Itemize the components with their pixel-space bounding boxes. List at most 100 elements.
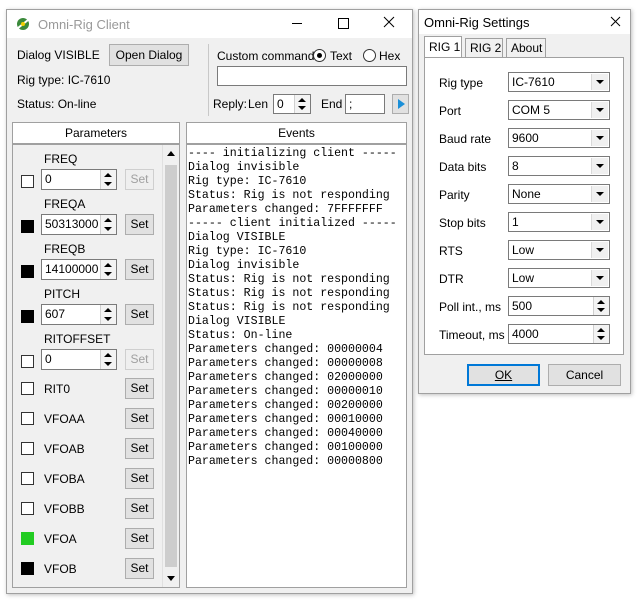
settings-combo[interactable]: COM 5 (508, 100, 610, 120)
param-spinner[interactable] (100, 260, 116, 279)
param-value-input[interactable]: 0 (41, 169, 117, 190)
settings-combo[interactable]: 9600 (508, 128, 610, 148)
ok-button[interactable]: OK (467, 364, 540, 386)
param-checkbox[interactable] (21, 175, 34, 188)
settings-spin-input[interactable]: 500 (508, 296, 610, 316)
param-set-button[interactable]: Set (125, 438, 154, 459)
param-checkbox[interactable] (21, 502, 34, 515)
event-line: Dialog invisible (188, 161, 300, 174)
param-set-button[interactable]: Set (125, 259, 154, 280)
param-set-button[interactable]: Set (125, 214, 154, 235)
chevron-down-icon[interactable] (591, 130, 608, 146)
tab-rig2[interactable]: RIG 2 (465, 38, 503, 57)
hex-radio-label[interactable]: Hex (379, 49, 400, 63)
chevron-down-icon[interactable] (591, 214, 608, 230)
param-set-button[interactable]: Set (125, 468, 154, 489)
settings-combo[interactable]: None (508, 184, 610, 204)
settings-row: Port COM 5 (425, 100, 623, 124)
scroll-thumb[interactable] (165, 165, 177, 567)
settings-combo[interactable]: 1 (508, 212, 610, 232)
param-set-button[interactable]: Set (125, 169, 154, 190)
param-row: FREQB 14100000 Set (13, 239, 161, 284)
settings-row: DTR Low (425, 268, 623, 292)
param-checkbox[interactable] (21, 355, 34, 368)
param-checkbox[interactable] (21, 382, 34, 395)
event-line: Parameters changed: 00000004 (188, 343, 383, 356)
len-spinner[interactable] (294, 95, 310, 113)
param-value-input[interactable]: 607 (41, 304, 117, 325)
end-input[interactable]: ; (345, 94, 385, 114)
param-row: VFOBA Set (13, 464, 161, 494)
custom-command-input[interactable] (217, 66, 407, 86)
tab-rig1[interactable]: RIG 1 (424, 36, 462, 58)
param-value-input[interactable]: 14100000 (41, 259, 117, 280)
param-checkbox[interactable] (21, 442, 34, 455)
param-value-input[interactable]: 0 (41, 349, 117, 370)
param-set-button[interactable]: Set (125, 558, 154, 579)
settings-spinner[interactable] (593, 297, 609, 315)
open-dialog-button[interactable]: Open Dialog (109, 44, 189, 66)
settings-combo[interactable]: 8 (508, 156, 610, 176)
text-radio[interactable] (313, 49, 326, 62)
chevron-down-icon[interactable] (591, 270, 608, 286)
hex-radio[interactable] (363, 49, 376, 62)
chevron-down-icon[interactable] (591, 74, 608, 90)
param-spinner[interactable] (100, 170, 116, 189)
settings-spinner[interactable] (593, 325, 609, 343)
chevron-down-icon[interactable] (591, 158, 608, 174)
app-icon (15, 16, 31, 32)
rig-type-status: Rig type: IC-7610 (17, 73, 111, 87)
text-radio-label[interactable]: Text (330, 49, 352, 63)
settings-combo[interactable]: IC-7610 (508, 72, 610, 92)
events-log: ---- initializing client ----- Dialog inv… (188, 147, 397, 469)
settings-field-label: Parity (439, 188, 470, 202)
event-line: Rig type: IC-7610 (188, 245, 307, 258)
settings-combo-value: IC-7610 (512, 75, 555, 89)
settings-spin-value: 500 (512, 299, 533, 313)
param-set-button[interactable]: Set (125, 498, 154, 519)
cancel-button[interactable]: Cancel (548, 364, 621, 386)
settings-combo-value: None (512, 187, 541, 201)
param-indicator (21, 532, 34, 545)
minimize-icon[interactable] (292, 23, 302, 24)
param-row: VFOB Set (13, 554, 161, 584)
close-icon[interactable] (383, 16, 395, 28)
chevron-down-icon[interactable] (591, 186, 608, 202)
scroll-up-icon[interactable] (167, 151, 175, 156)
param-value-input[interactable]: 50313000 (41, 214, 117, 235)
len-input[interactable]: 0 (273, 94, 311, 114)
settings-row: Data bits 8 (425, 156, 623, 180)
param-set-button[interactable]: Set (125, 304, 154, 325)
event-line: Rig type: IC-7610 (188, 175, 307, 188)
client-titlebar[interactable]: Omni-Rig Client (7, 10, 412, 38)
settings-combo-value: Low (512, 271, 535, 285)
tab-about[interactable]: About (506, 38, 546, 57)
send-button[interactable] (392, 94, 409, 114)
param-name: VFOA (44, 532, 77, 546)
param-set-button[interactable]: Set (125, 378, 154, 399)
param-checkbox[interactable] (21, 472, 34, 485)
param-set-button[interactable]: Set (125, 528, 154, 549)
param-spinner[interactable] (100, 215, 116, 234)
scroll-down-icon[interactable] (167, 576, 175, 581)
settings-spin-input[interactable]: 4000 (508, 324, 610, 344)
param-spinner[interactable] (100, 305, 116, 324)
settings-combo[interactable]: Low (508, 240, 610, 260)
parameters-scrollbar[interactable] (162, 145, 179, 587)
play-icon (398, 99, 405, 109)
settings-combo[interactable]: Low (508, 268, 610, 288)
maximize-icon[interactable] (338, 18, 349, 29)
event-line: Status: Rig is not responding (188, 287, 390, 300)
settings-titlebar[interactable]: Omni-Rig Settings (419, 10, 630, 34)
chevron-down-icon[interactable] (591, 242, 608, 258)
tab-rig1-label: RIG 1 (429, 40, 461, 54)
settings-field-label: RTS (439, 244, 463, 258)
param-set-button[interactable]: Set (125, 408, 154, 429)
param-name: VFOAB (44, 442, 85, 456)
param-checkbox[interactable] (21, 412, 34, 425)
radio-dot-icon (317, 53, 322, 58)
settings-close-icon[interactable] (610, 16, 621, 27)
param-spinner[interactable] (100, 350, 116, 369)
param-set-button[interactable]: Set (125, 349, 154, 370)
chevron-down-icon[interactable] (591, 102, 608, 118)
